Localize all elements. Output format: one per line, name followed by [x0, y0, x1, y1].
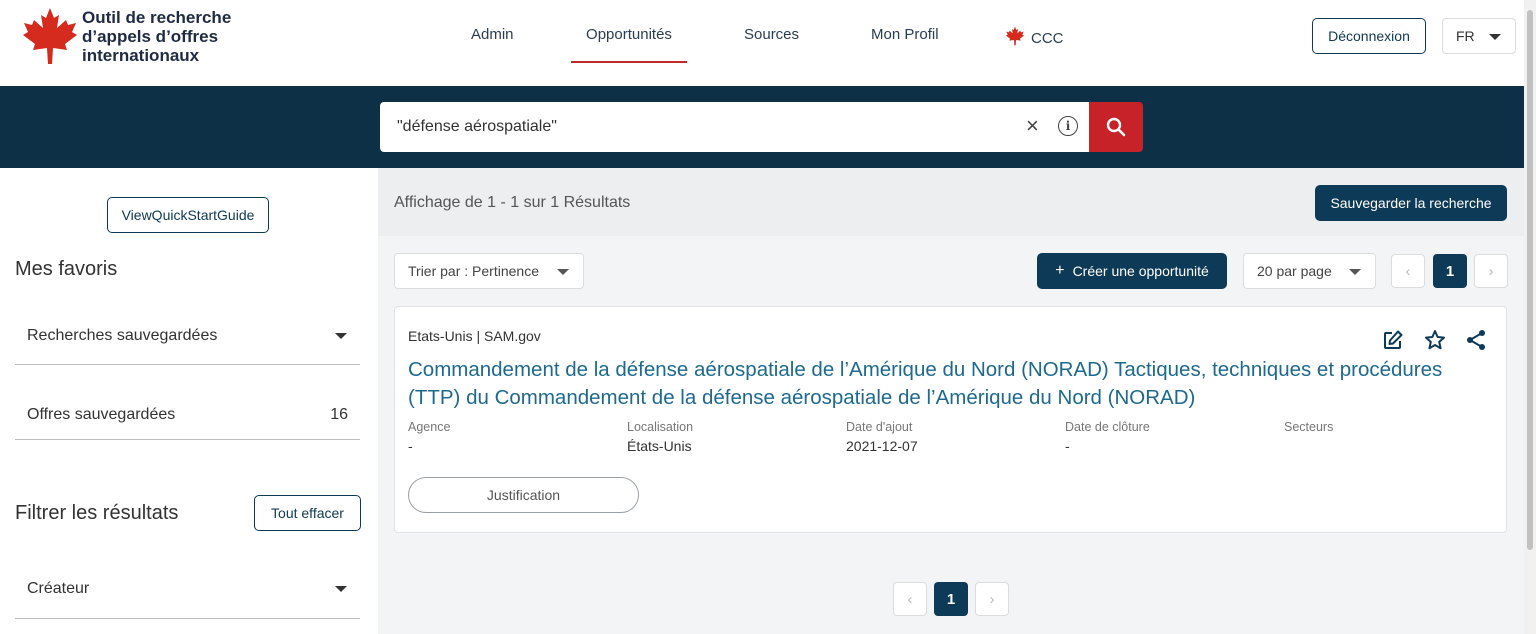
- edit-icon[interactable]: [1382, 329, 1404, 351]
- search-input[interactable]: "défense aérospatiale": [380, 102, 1090, 152]
- sort-value: Trier par : Pertinence: [408, 263, 539, 279]
- nav-opportunites[interactable]: Opportunités: [571, 26, 687, 63]
- language-value: FR: [1456, 28, 1475, 44]
- nav-mon-profil[interactable]: Mon Profil: [871, 26, 939, 63]
- card-source: Etats-Unis | SAM.gov: [408, 328, 541, 344]
- page-scrollbar[interactable]: [1524, 0, 1536, 634]
- saved-searches-toggle[interactable]: Recherches sauvegardées: [15, 307, 360, 365]
- filter-heading: Filtrer les résultats: [15, 502, 179, 524]
- meta-location-label: Localisation: [627, 420, 694, 434]
- quickstart-guide-button[interactable]: ViewQuickStartGuide: [107, 197, 269, 233]
- maple-leaf-icon: [1006, 26, 1024, 46]
- saved-offers-item[interactable]: Offres sauvegardées 16: [15, 390, 360, 440]
- meta-agency: Agence -: [408, 420, 450, 454]
- saved-searches-label: Recherches sauvegardées: [27, 326, 218, 344]
- create-opportunity-label: Créer une opportunité: [1072, 263, 1209, 279]
- clear-all-button[interactable]: Tout effacer: [254, 495, 361, 531]
- close-icon[interactable]: ×: [1026, 114, 1039, 138]
- chevron-down-icon: [1349, 269, 1361, 275]
- save-search-button[interactable]: Sauvegarder la recherche: [1315, 185, 1507, 221]
- meta-location-value: États-Unis: [627, 438, 692, 454]
- card-actions: [1382, 329, 1486, 351]
- star-icon[interactable]: [1424, 329, 1446, 351]
- info-icon[interactable]: i: [1058, 116, 1078, 136]
- nav-sources[interactable]: Sources: [744, 26, 799, 63]
- creator-filter-toggle[interactable]: Créateur: [15, 560, 360, 619]
- meta-closing-date-label: Date de clôture: [1065, 420, 1150, 434]
- search-button[interactable]: [1089, 102, 1143, 152]
- logo-title: Outil de recherche d’appels d’offres int…: [82, 8, 232, 65]
- nav-mon-profil-label: Mon Profil: [871, 26, 939, 43]
- results-summary: Affichage de 1 - 1 sur 1 Résultats: [394, 194, 631, 211]
- chevron-down-icon: [335, 586, 347, 592]
- nav-admin[interactable]: Admin: [471, 26, 514, 63]
- nav-admin-label: Admin: [471, 26, 514, 43]
- top-header: Outil de recherche d’appels d’offres int…: [0, 0, 1536, 86]
- site-logo[interactable]: Outil de recherche d’appels d’offres int…: [22, 6, 252, 66]
- page-1-button-bottom[interactable]: 1: [934, 582, 968, 616]
- saved-offers-count: 16: [330, 405, 348, 423]
- meta-agency-value: -: [408, 438, 413, 454]
- create-opportunity-button[interactable]: + Créer une opportunité: [1037, 253, 1227, 289]
- nav-opportunites-label: Opportunités: [586, 26, 672, 43]
- chevron-down-icon: [1489, 34, 1501, 40]
- chevron-right-icon[interactable]: ›: [975, 582, 1009, 616]
- sidebar: ViewQuickStartGuide Mes favoris Recherch…: [0, 168, 378, 634]
- per-page-select[interactable]: 20 par page: [1243, 253, 1376, 289]
- page-1-button[interactable]: 1: [1433, 254, 1467, 288]
- justification-button[interactable]: Justification: [408, 477, 639, 513]
- plus-icon: +: [1055, 262, 1065, 279]
- meta-agency-label: Agence: [408, 420, 451, 434]
- meta-location: Localisation États-Unis: [627, 420, 693, 454]
- results-bar: Affichage de 1 - 1 sur 1 Résultats Sauve…: [378, 168, 1524, 236]
- chevron-down-icon: [335, 333, 347, 339]
- meta-sectors: Secteurs: [1284, 420, 1333, 438]
- saved-offers-label: Offres sauvegardées: [27, 405, 176, 423]
- meta-date-added: Date d'ajout 2021-12-07: [846, 420, 918, 454]
- meta-sectors-label: Secteurs: [1284, 420, 1334, 434]
- maple-leaf-icon: [23, 8, 77, 64]
- scrollbar-thumb[interactable]: [1527, 10, 1533, 550]
- meta-date-added-label: Date d'ajout: [846, 420, 913, 434]
- meta-date-added-value: 2021-12-07: [846, 438, 918, 454]
- share-icon[interactable]: [1466, 329, 1486, 351]
- card-title-link[interactable]: Commandement de la défense aérospatiale …: [408, 356, 1498, 412]
- favorites-heading: Mes favoris: [15, 258, 118, 280]
- creator-filter-label: Créateur: [27, 580, 90, 597]
- chevron-left-icon[interactable]: ‹: [1391, 254, 1425, 288]
- search-band: "défense aérospatiale" × i: [0, 86, 1524, 168]
- meta-closing-date-value: -: [1065, 438, 1070, 454]
- meta-closing-date: Date de clôture -: [1065, 420, 1150, 454]
- search-icon: [1106, 117, 1126, 137]
- chevron-right-icon[interactable]: ›: [1474, 254, 1508, 288]
- opportunity-card: Etats-Unis | SAM.gov Commandement de la …: [394, 306, 1507, 533]
- search-value: "défense aérospatiale": [397, 118, 557, 135]
- nav-ccc-label: CCC: [1031, 30, 1064, 47]
- language-select[interactable]: FR: [1442, 18, 1516, 54]
- per-page-value: 20 par page: [1257, 263, 1332, 279]
- chevron-down-icon: [557, 269, 569, 275]
- chevron-left-icon[interactable]: ‹: [893, 582, 927, 616]
- nav-ccc[interactable]: CCC: [1005, 26, 1064, 63]
- nav-sources-label: Sources: [744, 26, 800, 43]
- sort-select[interactable]: Trier par : Pertinence: [394, 253, 584, 289]
- logout-button[interactable]: Déconnexion: [1312, 18, 1426, 54]
- results-panel: Affichage de 1 - 1 sur 1 Résultats Sauve…: [378, 168, 1524, 634]
